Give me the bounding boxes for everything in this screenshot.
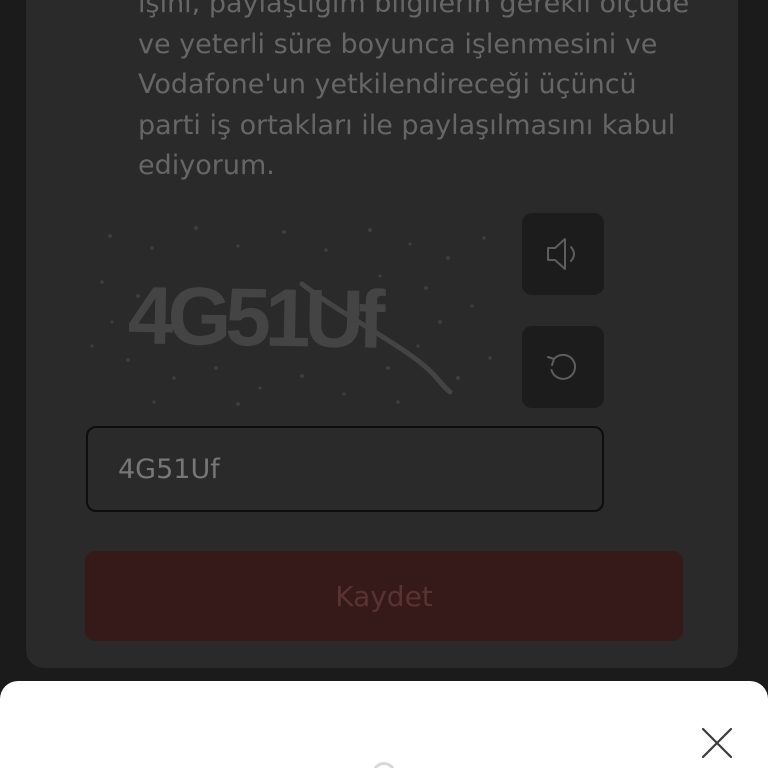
- captcha-image: 4G51Uf: [88, 218, 498, 408]
- consent-line: ve yeterli süre boyunca işlenmesini ve: [138, 28, 658, 60]
- refresh-icon: [547, 353, 577, 380]
- captcha-audio-button[interactable]: [522, 213, 604, 295]
- page: işini, paylaştığım bilgilerin gerekli öl…: [0, 0, 768, 768]
- captcha-input[interactable]: [86, 426, 604, 512]
- consent-line: parti iş ortakları ile paylaşılmasını ka…: [138, 109, 676, 141]
- save-button[interactable]: Kaydet: [85, 551, 683, 641]
- save-button-label: Kaydet: [335, 579, 433, 613]
- consent-text: işini, paylaştığım bilgilerin gerekli öl…: [138, 0, 698, 187]
- speaker-icon: [547, 238, 575, 270]
- captcha-image-svg: 4G51Uf: [90, 226, 492, 406]
- close-button[interactable]: [700, 726, 734, 760]
- bottom-sheet: [0, 681, 768, 768]
- captcha-refresh-button[interactable]: [522, 326, 604, 408]
- consent-line: işini, paylaştığım bilgilerin gerekli öl…: [138, 0, 690, 19]
- close-icon: [701, 727, 733, 759]
- consent-line: ediyorum.: [138, 150, 275, 181]
- consent-line: Vodafone'un yetkilendireceği üçüncü: [138, 69, 637, 100]
